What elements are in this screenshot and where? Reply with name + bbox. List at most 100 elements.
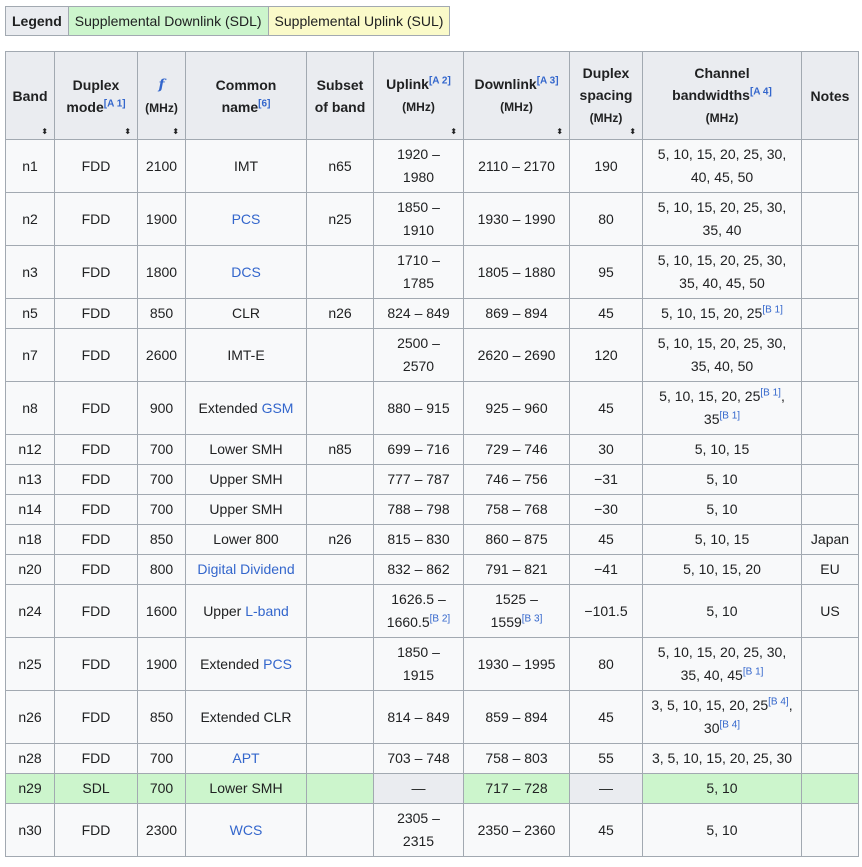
cell-downlink: 1805 – 1880 <box>463 245 570 299</box>
col-frequency-label[interactable]: f <box>158 77 164 93</box>
bandwidth-ref[interactable]: [B 1] <box>760 387 781 398</box>
cell-notes <box>801 637 859 691</box>
bandwidth-ref[interactable]: [B 1] <box>743 666 764 677</box>
ref-6[interactable]: [6] <box>258 98 270 109</box>
bandwidth-ref[interactable]: [B 4] <box>768 696 789 707</box>
downlink-range: 1930 – 1995 <box>477 655 556 672</box>
cell-frequency: 700 <box>137 434 186 465</box>
table-body: n1 FDD 2100 IMT n65 1920 – 1980 2110 – 2170 190 5… <box>5 139 859 857</box>
table-row: n30 FDD 2300 WCS 2305 – 2315 2350 – 2360 45 5, 1… <box>5 803 859 857</box>
common-name-link[interactable]: L-band <box>245 603 289 619</box>
bandwidth-ref[interactable]: [B 1] <box>762 304 783 315</box>
cell-duplex-mode: FDD <box>54 139 138 193</box>
uplink-range: 777 – 787 <box>387 471 450 487</box>
cell-channel-bandwidths: 5, 10 <box>642 803 802 857</box>
common-name-link[interactable]: WCS <box>230 822 263 838</box>
downlink-range: 859 – 894 <box>485 708 548 725</box>
ref-a1[interactable]: [A 1] <box>104 98 126 109</box>
common-name-link[interactable]: APT <box>232 750 259 766</box>
cell-downlink: 717 – 728 <box>463 773 570 804</box>
downlink-range: 729 – 746 <box>485 441 548 457</box>
cell-notes <box>801 743 859 774</box>
col-frequency[interactable]: f (MHz) ⬍ <box>137 51 186 140</box>
bandwidth-ref[interactable]: [B 4] <box>720 719 741 730</box>
cell-common-name: DCS <box>185 245 307 299</box>
common-name-link[interactable]: Digital Dividend <box>197 561 294 577</box>
duplex-spacing: 45 <box>598 708 614 725</box>
sort-icon[interactable]: ⬍ <box>172 128 179 136</box>
table-row: n3 FDD 1800 DCS 1710 – 1785 1805 – 1880 95 5, 10… <box>5 245 859 299</box>
col-subset-label-2: of band <box>314 98 366 115</box>
frequency: 1600 <box>145 602 178 619</box>
cell-duplex-mode: FDD <box>54 690 138 744</box>
cell-common-name: Extended PCS <box>185 637 307 691</box>
ref-a4[interactable]: [A 4] <box>750 86 772 97</box>
cell-band: n20 <box>5 554 55 585</box>
cell-downlink: 2110 – 2170 <box>463 139 570 193</box>
cell-notes <box>801 803 859 857</box>
cell-common-name: WCS <box>185 803 307 857</box>
cell-duplex-spacing: −41 <box>569 554 643 585</box>
ref-a3[interactable]: [A 3] <box>537 75 559 86</box>
col-subset-label: Subset <box>316 76 364 93</box>
col-band[interactable]: Band ⬍ <box>5 51 55 140</box>
bandwidths: 5, 10, 15, 20, 25, 30, <box>657 146 787 162</box>
uplink-ref[interactable]: [B 2] <box>430 613 451 624</box>
common-name-link[interactable]: PCS <box>263 656 292 672</box>
cell-band: n5 <box>5 298 55 329</box>
uplink-range: 880 – 915 <box>387 399 450 416</box>
sort-icon[interactable]: ⬍ <box>450 128 457 136</box>
duplex-spacing: −101.5 <box>584 602 628 619</box>
col-downlink-label: Downlink <box>474 76 537 92</box>
col-downlink[interactable]: Downlink[A 3] (MHz) ⬍ <box>463 51 570 140</box>
cell-notes <box>801 494 859 525</box>
duplex-spacing: −31 <box>594 471 618 487</box>
sort-icon[interactable]: ⬍ <box>629 128 636 136</box>
frequency: 700 <box>149 780 174 796</box>
subset-band: n26 <box>328 305 352 321</box>
col-duplex-spacing[interactable]: Duplex spacing (MHz) ⬍ <box>569 51 643 140</box>
col-uplink[interactable]: Uplink[A 2] (MHz) ⬍ <box>373 51 464 140</box>
sort-icon[interactable]: ⬍ <box>556 128 563 136</box>
downlink-ref[interactable]: [B 3] <box>522 613 543 624</box>
bandwidths: 5, 10 <box>706 780 738 796</box>
band-id: n1 <box>22 157 38 174</box>
common-name-link[interactable]: PCS <box>232 211 261 227</box>
sort-icon[interactable]: ⬍ <box>41 128 48 136</box>
sort-icon[interactable]: ⬍ <box>124 128 131 136</box>
bandwidths-separator: , <box>788 697 793 713</box>
band-id: n20 <box>18 561 42 577</box>
cell-downlink: 859 – 894 <box>463 690 570 744</box>
duplex-spacing: 120 <box>594 346 618 363</box>
cell-uplink: 703 – 748 <box>373 743 464 774</box>
common-name-link[interactable]: GSM <box>262 400 294 416</box>
downlink-range: 869 – 894 <box>485 305 548 321</box>
uplink-range: 2305 – <box>397 810 440 826</box>
cell-subset <box>306 690 374 744</box>
uplink-range: 788 – 798 <box>387 501 450 517</box>
cell-channel-bandwidths: 5, 10, 15, 20, 25, 30, 35, 40, 45, 50 <box>642 245 802 299</box>
bandwidths: 5, 10, 15, 20, 25 <box>661 305 763 321</box>
cell-subset: n25 <box>306 192 374 246</box>
cell-duplex-mode: FDD <box>54 464 138 495</box>
duplex-mode: SDL <box>82 780 110 796</box>
cell-band: n29 <box>5 773 55 804</box>
downlink-range: 1930 – 1990 <box>477 210 556 227</box>
common-name-link[interactable]: DCS <box>231 264 261 280</box>
cell-common-name: APT <box>185 743 307 774</box>
bandwidth-ref[interactable]: [B 1] <box>720 410 741 421</box>
col-band-label: Band <box>12 87 48 104</box>
cell-duplex-spacing: 45 <box>569 524 643 555</box>
subset-band: n25 <box>328 210 352 227</box>
ref-a2[interactable]: [A 2] <box>429 75 451 86</box>
cell-notes <box>801 192 859 246</box>
col-duplex-mode[interactable]: Duplex mode[A 1] ⬍ <box>54 51 138 140</box>
cell-frequency: 2600 <box>137 328 186 382</box>
common-name-text: CLR <box>231 305 260 321</box>
bandwidths-cont: 35, 40 <box>702 222 742 238</box>
cell-channel-bandwidths: 5, 10, 15, 20, 25, 30, 40, 45, 50 <box>642 139 802 193</box>
cell-frequency: 800 <box>137 554 186 585</box>
band-id: n30 <box>18 821 42 838</box>
table-row: n1 FDD 2100 IMT n65 1920 – 1980 2110 – 2170 190 5… <box>5 139 859 193</box>
cell-frequency: 700 <box>137 464 186 495</box>
